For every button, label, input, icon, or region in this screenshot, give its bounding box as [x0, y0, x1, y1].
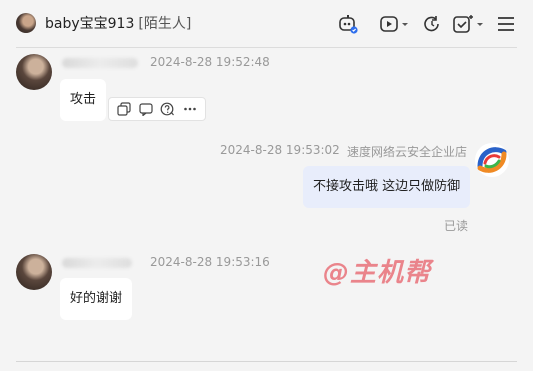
message-bubble-mine[interactable]: 不接攻击哦 这边只做防御 — [303, 166, 471, 208]
robot-icon[interactable] — [337, 13, 359, 35]
history-icon[interactable] — [421, 13, 443, 35]
redacted-sender-name — [62, 258, 132, 268]
sender-name: 速度网络云安全企业店 — [347, 145, 468, 159]
shop-logo-icon[interactable] — [474, 142, 510, 178]
sender-avatar[interactable] — [16, 54, 52, 90]
sender-avatar[interactable] — [16, 254, 52, 290]
watermark: @主机帮 — [323, 258, 432, 288]
input-divider — [16, 361, 517, 362]
message-actions-toolbar — [108, 97, 206, 121]
contact-name: baby宝宝913 — [45, 16, 135, 32]
header-divider — [16, 47, 517, 48]
copy-icon[interactable] — [113, 99, 135, 119]
contact-tag: [陌生人] — [138, 16, 192, 32]
message-time: 2024-8-28 19:52:48 — [150, 55, 270, 69]
add-task-icon[interactable] — [452, 13, 486, 35]
video-call-icon[interactable] — [379, 13, 409, 35]
help-icon[interactable] — [157, 99, 179, 119]
message-time: 2024-8-28 19:53:16 — [150, 255, 270, 269]
menu-icon[interactable] — [496, 13, 516, 35]
message-bubble[interactable]: 攻击 — [60, 79, 107, 121]
more-icon[interactable] — [179, 99, 201, 119]
reply-icon[interactable] — [135, 99, 157, 119]
message-time: 2024-8-28 19:53:02 — [220, 143, 340, 157]
contact-title[interactable]: baby宝宝913 [陌生人] — [45, 13, 191, 33]
message-bubble[interactable]: 好的谢谢 — [60, 278, 133, 320]
contact-avatar[interactable] — [16, 13, 36, 33]
read-status: 已读 — [444, 219, 469, 233]
redacted-sender-name — [62, 58, 138, 68]
chat-header: baby宝宝913 [陌生人] — [0, 0, 533, 48]
